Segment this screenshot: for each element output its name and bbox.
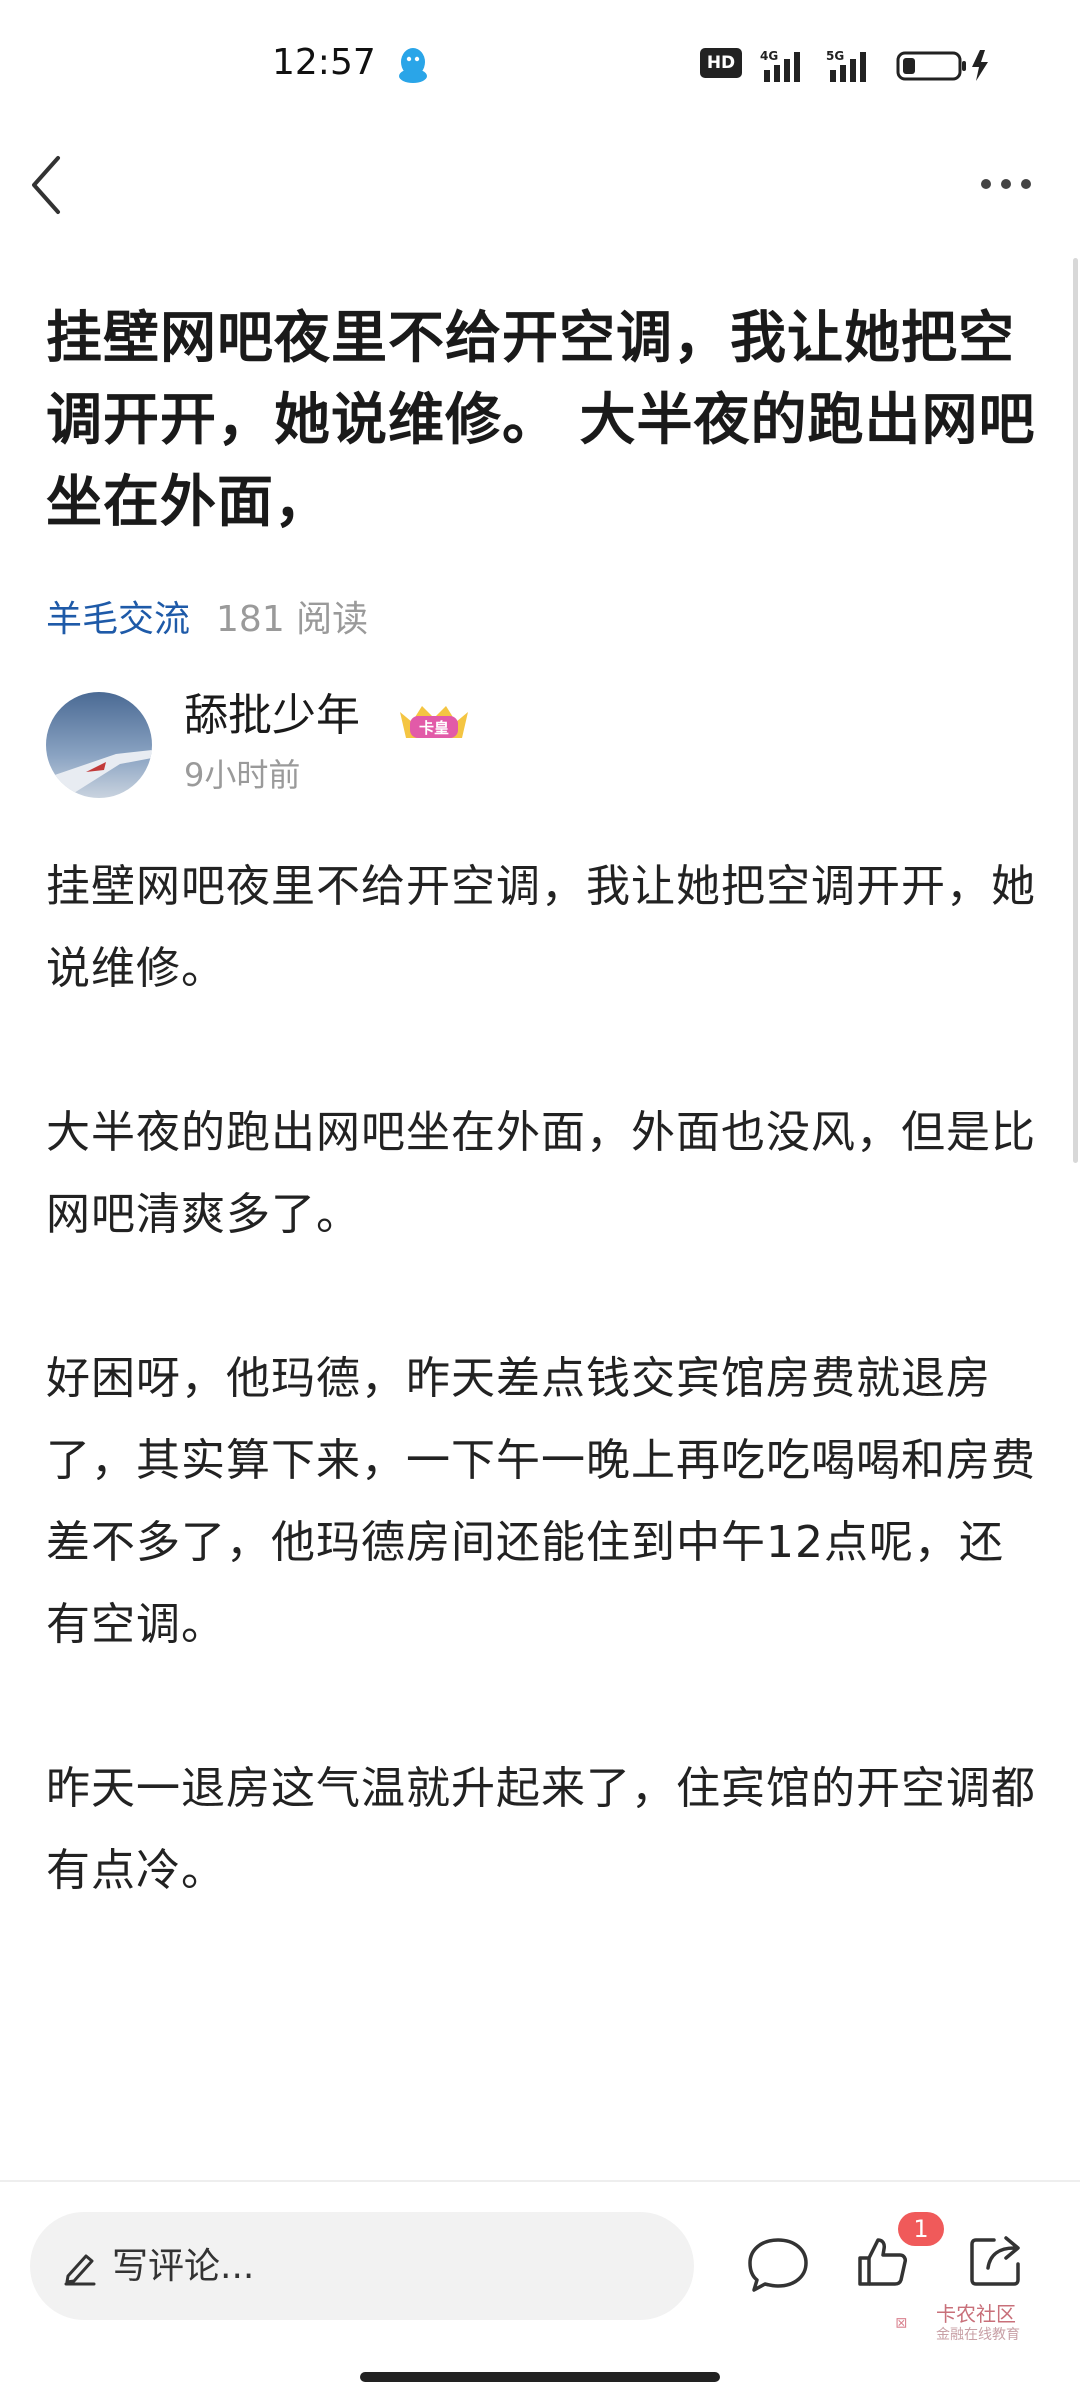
battery-icon	[896, 50, 988, 81]
watermark-subtitle: 金融在线教育	[936, 2327, 1020, 2343]
status-bar: 12:57 HD 4G 5G	[0, 0, 1080, 130]
read-count: 181 阅读	[216, 599, 369, 640]
post-title: 挂壁网吧夜里不给开空调，我让她把空调开开，她说维修。 大半夜的跑出网吧坐在外面，	[46, 306, 1036, 535]
paragraph: 大半夜的跑出网吧坐在外面，外面也没风，但是比网吧清爽多了。	[46, 1107, 1036, 1240]
back-icon[interactable]	[28, 154, 68, 216]
pencil-icon	[64, 2254, 96, 2286]
network-4g-label: 4G	[760, 49, 778, 63]
bottom-divider	[0, 2180, 1080, 2182]
status-time: 12:57	[272, 42, 376, 83]
paragraph: 挂壁网吧夜里不给开空调，我让她把空调开开，她说维修。	[46, 861, 1036, 994]
share-icon[interactable]	[968, 2232, 1026, 2288]
author-name[interactable]: 舔批少年	[184, 688, 360, 744]
hd-icon: HD	[700, 48, 742, 78]
watermark-logo-icon	[896, 2318, 907, 2328]
like-count-badge: 1	[898, 2212, 944, 2246]
watermark-title: 卡农社区	[936, 2302, 1016, 2326]
badge-label: 卡皇	[419, 719, 449, 737]
signal-4g-icon: 4G	[760, 49, 800, 82]
post-meta: 羊毛交流 181 阅读	[46, 596, 368, 644]
scrollbar[interactable]	[1073, 258, 1078, 1163]
category-link[interactable]: 羊毛交流	[46, 599, 190, 640]
post-time: 9小时前	[184, 756, 301, 794]
signal-5g-icon: 5G	[826, 49, 866, 82]
paragraph: 昨天一退房这气温就升起来了，住宾馆的开空调都有点冷。	[46, 1763, 1036, 1896]
post-content: 挂壁网吧夜里不给开空调，我让她把空调开开，她说维修。 大半夜的跑出网吧坐在外面，…	[46, 846, 1041, 1994]
home-indicator[interactable]	[360, 2372, 720, 2382]
chat-icon[interactable]	[746, 2236, 810, 2294]
like-icon[interactable]	[856, 2234, 908, 2288]
top-nav	[0, 130, 1080, 240]
qq-icon	[399, 48, 427, 83]
comment-placeholder[interactable]: 写评论...	[112, 2244, 254, 2290]
charging-icon	[972, 50, 988, 81]
paragraph: 好困呀，他玛德，昨天差点钱交宾馆房费就退房了，其实算下来，一下午一晚上再吃吃喝喝…	[46, 1353, 1036, 1650]
crown-badge-icon: 卡皇	[400, 706, 468, 738]
more-icon[interactable]	[978, 176, 1034, 192]
network-5g-label: 5G	[826, 49, 844, 63]
avatar[interactable]	[46, 692, 152, 798]
